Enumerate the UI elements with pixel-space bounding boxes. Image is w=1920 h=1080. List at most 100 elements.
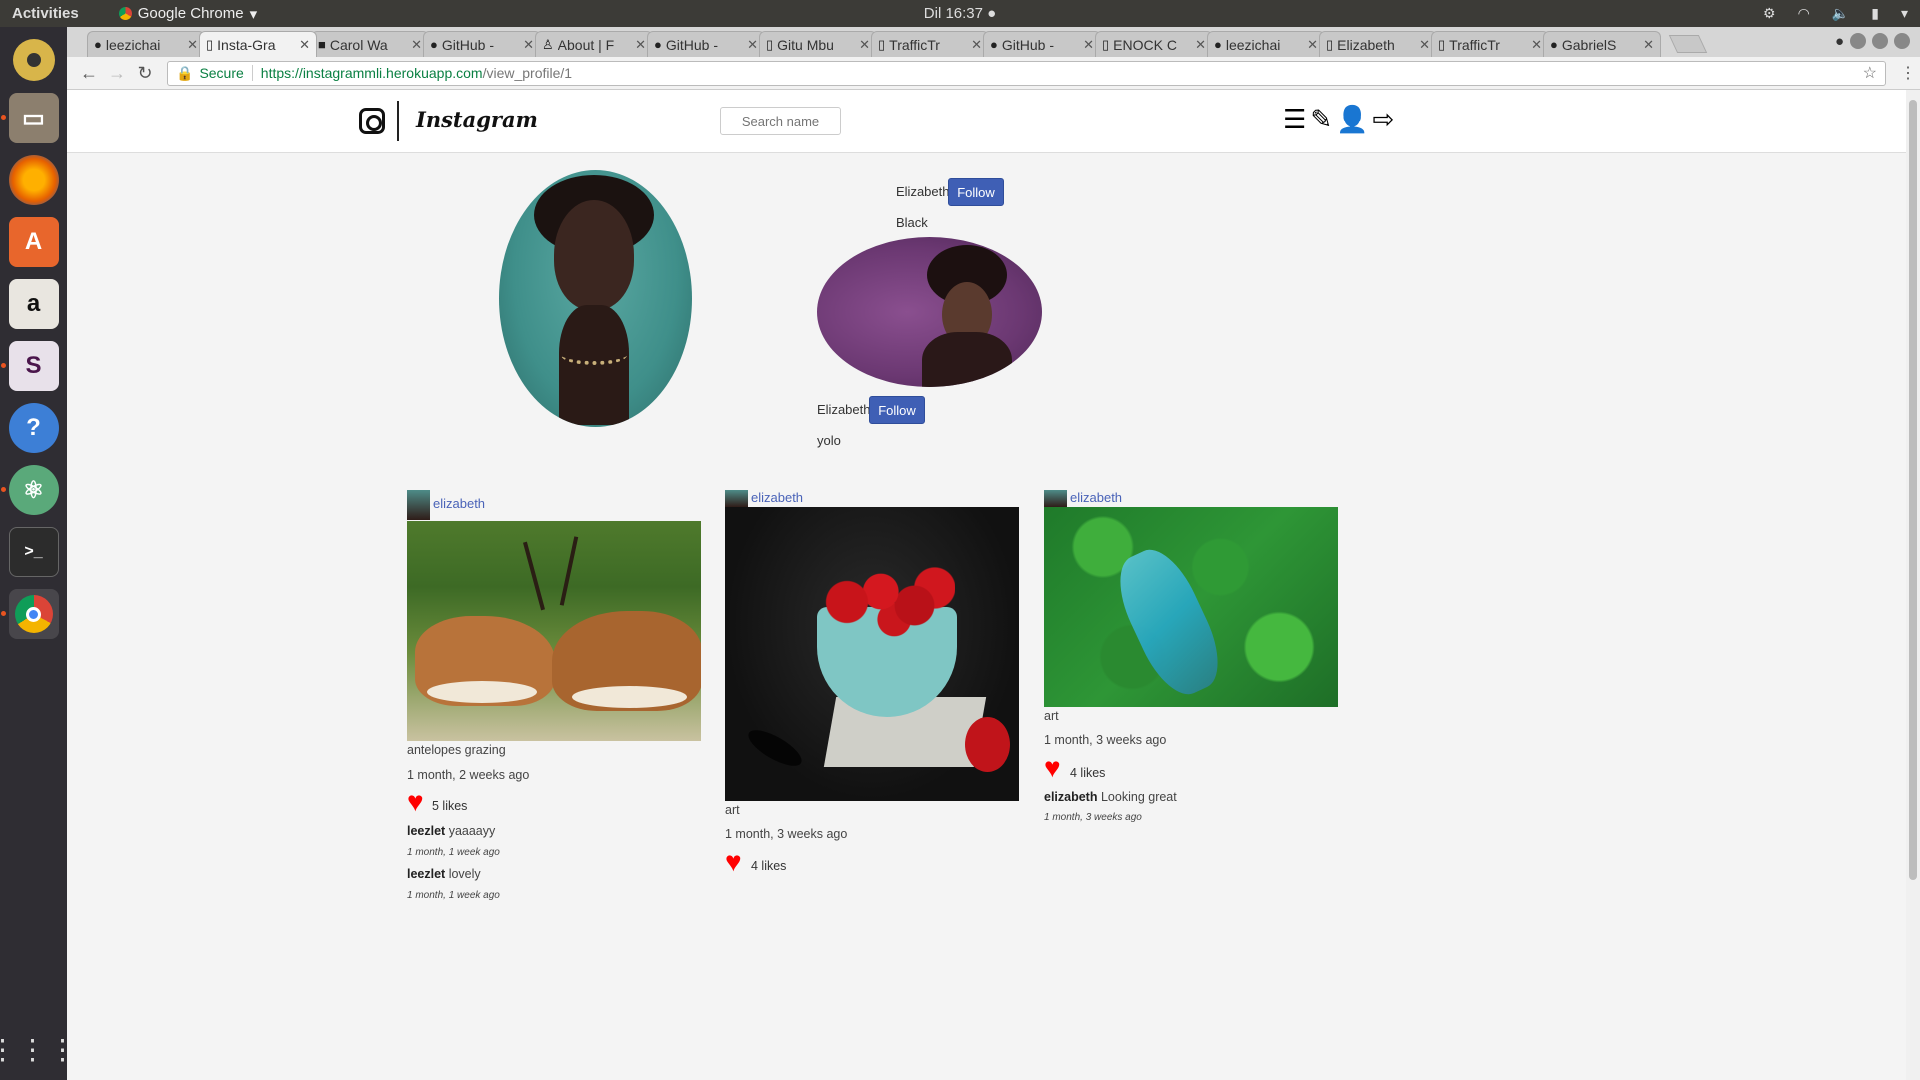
close-tab-icon[interactable]: ✕ <box>1195 37 1206 53</box>
browser-tab[interactable]: ▯ Insta-Gra ✕ <box>199 31 317 57</box>
minimize-button[interactable] <box>1850 33 1866 49</box>
browser-tab[interactable]: ● GitHub - ✕ <box>423 31 541 57</box>
follow-button-second[interactable]: Follow <box>869 396 925 424</box>
browser-tab[interactable]: ▯ ENOCK C ✕ <box>1095 31 1213 57</box>
dark-square-icon: ■ <box>318 37 326 52</box>
browser-tab[interactable]: ▯ Gitu Mbu ✕ <box>759 31 877 57</box>
browser-tab[interactable]: ♙ About | F ✕ <box>535 31 653 57</box>
address-bar[interactable]: 🔒 Secure https://instagrammli.herokuapp.… <box>167 60 1886 86</box>
close-tab-icon[interactable]: ✕ <box>971 37 982 53</box>
browser-tab[interactable]: ● leezichai ✕ <box>1207 31 1325 57</box>
bookmark-star-icon[interactable]: ☆ <box>1863 63 1877 83</box>
avatar[interactable] <box>1044 490 1067 507</box>
close-tab-icon[interactable]: ✕ <box>1083 37 1094 53</box>
browser-tab[interactable]: ● GitHub - ✕ <box>983 31 1101 57</box>
post-caption: art <box>725 803 740 817</box>
system-tray[interactable]: ⚙ ◠ 🔈 ▮ ▾ <box>1763 5 1908 22</box>
browser-tab[interactable]: ■ Carol Wa ✕ <box>311 31 429 57</box>
app-menu[interactable]: Google Chrome ▾ <box>118 5 257 23</box>
battery-icon[interactable]: ▮ <box>1871 5 1879 22</box>
browser-tab[interactable]: ● GabrielS ✕ <box>1543 31 1661 57</box>
chrome-menu-icon[interactable]: ⋮ <box>1896 63 1920 83</box>
close-tab-icon[interactable]: ✕ <box>859 37 870 53</box>
back-icon[interactable]: ← <box>75 63 103 84</box>
instagram-logo-icon[interactable] <box>359 108 385 134</box>
menu-list-icon[interactable]: ☰ <box>1283 104 1306 135</box>
pencil-icon[interactable]: ✎ <box>1310 104 1332 135</box>
post-image[interactable] <box>725 507 1019 801</box>
avatar[interactable] <box>407 490 430 520</box>
logout-icon[interactable]: ⇨ <box>1372 104 1394 135</box>
heart-icon[interactable]: ♥ <box>407 788 424 816</box>
atom-icon[interactable]: ⚛ <box>0 465 59 515</box>
software-center-icon[interactable]: A <box>8 217 59 267</box>
close-tab-icon[interactable]: ✕ <box>299 37 310 53</box>
close-tab-icon[interactable]: ✕ <box>1419 37 1430 53</box>
browser-tab[interactable]: ▯ Elizabeth ✕ <box>1319 31 1437 57</box>
scrollbar[interactable] <box>1906 90 1920 1080</box>
files-icon[interactable]: ▭ <box>0 93 59 143</box>
tab-label: GitHub - <box>665 36 718 53</box>
post-image[interactable] <box>407 521 701 741</box>
new-tab-button[interactable] <box>1668 35 1708 53</box>
heart-icon[interactable]: ♥ <box>725 848 742 876</box>
search-input[interactable] <box>720 107 841 135</box>
post-username[interactable]: elizabeth <box>751 490 803 505</box>
close-window-button[interactable] <box>1894 33 1910 49</box>
amazon-icon[interactable]: a <box>8 279 59 329</box>
profile-icon[interactable]: ● <box>1835 33 1844 50</box>
clock[interactable]: Dil 16:37 ● <box>924 5 996 22</box>
profile-name-second: Elizabeth <box>817 402 871 417</box>
antelope-belly <box>572 686 687 708</box>
url-path[interactable]: /view_profile/1 <box>483 65 573 81</box>
rhythmbox-icon[interactable] <box>12 39 55 81</box>
settings-icon[interactable]: ⚙ <box>1763 5 1776 22</box>
maximize-button[interactable] <box>1872 33 1888 49</box>
scrollbar-thumb[interactable] <box>1909 100 1917 880</box>
wifi-icon[interactable]: ◠ <box>1798 5 1810 22</box>
close-tab-icon[interactable]: ✕ <box>747 37 758 53</box>
follow-button[interactable]: Follow <box>948 178 1004 206</box>
tab-label: Insta-Gra <box>217 36 276 53</box>
lock-icon[interactable]: 🔒 <box>176 65 193 82</box>
activities-button[interactable]: Activities <box>12 5 79 22</box>
secure-label[interactable]: Secure <box>199 65 243 81</box>
post-username[interactable]: elizabeth <box>433 496 485 511</box>
reload-icon[interactable]: ↻ <box>131 63 159 84</box>
help-icon[interactable]: ? <box>8 403 59 453</box>
firefox-icon[interactable] <box>8 155 59 205</box>
comment-user[interactable]: elizabeth <box>1044 790 1098 804</box>
comment-user[interactable]: leezlet <box>407 824 445 838</box>
chrome-dock-icon[interactable] <box>0 589 59 639</box>
brand-name[interactable]: Instagram <box>416 107 538 132</box>
page-icon: ▯ <box>766 36 774 52</box>
photo-strawberry <box>965 717 1010 772</box>
browser-tab[interactable]: ▯ TrafficTr ✕ <box>1431 31 1549 57</box>
post-image[interactable] <box>1044 507 1338 707</box>
volume-icon[interactable]: 🔈 <box>1832 5 1849 22</box>
close-tab-icon[interactable]: ✕ <box>1643 37 1654 53</box>
comment-user[interactable]: leezlet <box>407 867 445 881</box>
close-tab-icon[interactable]: ✕ <box>187 37 198 53</box>
close-tab-icon[interactable]: ✕ <box>1307 37 1318 53</box>
photo-river <box>1105 539 1233 705</box>
profile-bio: Black <box>896 215 928 230</box>
post-username[interactable]: elizabeth <box>1070 490 1122 505</box>
terminal-icon[interactable]: >_ <box>8 527 59 577</box>
slack-icon[interactable]: S <box>0 341 59 391</box>
heart-icon[interactable]: ♥ <box>1044 754 1061 782</box>
avatar[interactable] <box>725 490 748 507</box>
browser-tab[interactable]: ▯ TrafficTr ✕ <box>871 31 989 57</box>
close-tab-icon[interactable]: ✕ <box>523 37 534 53</box>
chevron-down-icon[interactable]: ▾ <box>1901 5 1908 22</box>
browser-tab[interactable]: ● leezichai ✕ <box>87 31 205 57</box>
browser-tab[interactable]: ● GitHub - ✕ <box>647 31 765 57</box>
antelope-horn <box>523 541 545 611</box>
url-host[interactable]: https://instagrammli.herokuapp.com <box>261 65 483 81</box>
user-icon[interactable]: 👤 <box>1336 104 1368 135</box>
close-tab-icon[interactable]: ✕ <box>635 37 646 53</box>
profile-bio-second: yolo <box>817 433 841 448</box>
close-tab-icon[interactable]: ✕ <box>1531 37 1542 53</box>
forward-icon[interactable]: → <box>103 63 131 84</box>
close-tab-icon[interactable]: ✕ <box>411 37 422 53</box>
